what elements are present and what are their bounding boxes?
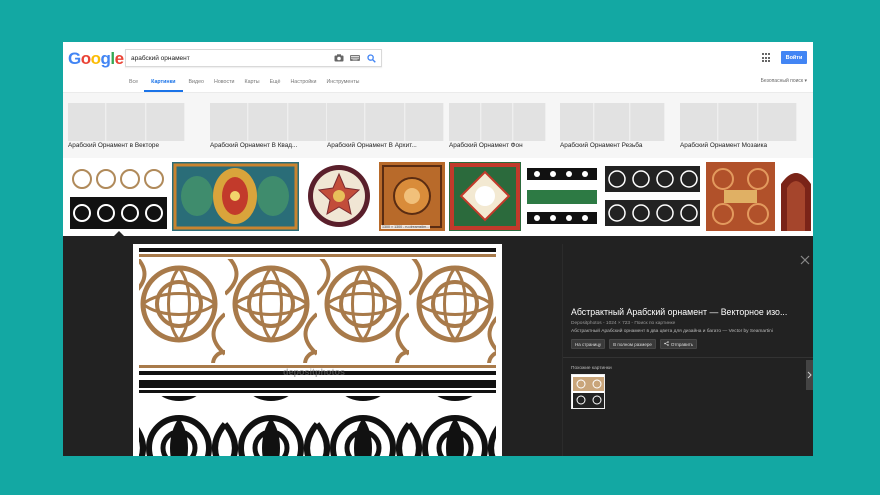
action-buttons: На страницу В полном размере Отправить [571, 339, 698, 349]
image-results-strip: 1300 × 1300 - ru.dreamstim... [63, 159, 813, 235]
tab-more[interactable]: Ещё [266, 75, 285, 92]
tab-news[interactable]: Новости [210, 75, 239, 92]
chip-label: Арабский Орнамент В Квад... [210, 142, 298, 149]
image-thumbnail[interactable] [603, 162, 702, 231]
image-thumbnail[interactable] [706, 162, 775, 231]
chip-image [449, 103, 547, 141]
image-thumbnail[interactable] [303, 162, 375, 231]
camera-icon[interactable] [333, 52, 345, 64]
related-chip[interactable]: Арабский Орнамент В Квад... [210, 103, 327, 151]
full-size-button[interactable]: В полном размере [609, 339, 656, 349]
divider [563, 357, 813, 358]
image-thumbnail[interactable] [525, 162, 599, 231]
apps-grid-icon[interactable] [762, 53, 772, 63]
visit-page-button[interactable]: На страницу [571, 339, 606, 349]
chip-label: Арабский Орнамент Фон [449, 142, 523, 149]
result-description: Абстрактный Арабский орнамент в два цвет… [571, 329, 773, 334]
browser-window: Google арабский орнамент Войти Все Карти… [63, 42, 813, 456]
search-tabs: Все Картинки Видео Новости Карты Ещё Нас… [125, 75, 365, 92]
chip-image [68, 103, 185, 141]
related-chip[interactable]: Арабский Орнамент Фон [449, 103, 547, 151]
search-icon[interactable] [365, 52, 377, 64]
google-logo[interactable]: Google [68, 49, 124, 69]
close-icon[interactable] [800, 252, 810, 265]
result-meta[interactable]: Depositphotos - 1024 × 723 - Поиск по ка… [571, 321, 675, 326]
chip-image [210, 103, 327, 141]
chip-image [560, 103, 665, 141]
related-chip[interactable]: Арабский Орнамент Резьба [560, 103, 665, 151]
chip-label: Арабский Орнамент в Векторе [68, 142, 160, 149]
sign-in-button[interactable]: Войти [781, 51, 807, 64]
button-label: Отправить [670, 341, 694, 347]
similar-images-label: Похожие картинки [571, 366, 612, 371]
thumbnail-size-caption: 1300 × 1300 - ru.dreamstim... [381, 225, 431, 229]
chip-label: Арабский Орнамент Резьба [560, 142, 643, 149]
related-chip[interactable]: Арабский Орнамент В Архит... [327, 103, 444, 151]
similar-image-thumbnail[interactable] [571, 374, 605, 409]
chip-image [680, 103, 797, 141]
chip-label: Арабский Орнамент Мозаика [680, 142, 768, 149]
search-box[interactable]: арабский орнамент [125, 49, 382, 67]
watermark: depositphotos [283, 367, 345, 377]
image-info-panel: Абстрактный Арабский орнамент — Векторно… [562, 244, 813, 456]
tab-video[interactable]: Видео [185, 75, 208, 92]
related-searches-row: Арабский Орнамент в Векторе Арабский Орн… [63, 93, 813, 158]
safe-search-toggle[interactable]: Безопасный поиск ▾ [761, 78, 807, 84]
preview-image[interactable]: depositphotos [133, 244, 502, 456]
next-image-button[interactable] [806, 360, 813, 390]
tab-images[interactable]: Картинки [144, 75, 183, 92]
image-preview-panel: depositphotos Абстрактный Арабский орнам… [63, 236, 813, 456]
tab-all[interactable]: Все [125, 75, 142, 92]
chip-image [327, 103, 444, 141]
image-thumbnail[interactable] [70, 162, 167, 231]
chevron-right-icon [807, 371, 812, 379]
tab-maps[interactable]: Карты [241, 75, 264, 92]
share-icon [664, 341, 669, 347]
tab-tools[interactable]: Инструменты [322, 75, 363, 92]
tab-settings[interactable]: Настройки [286, 75, 320, 92]
related-chip[interactable]: Арабский Орнамент в Векторе [68, 103, 185, 151]
image-thumbnail[interactable]: 1300 × 1300 - ru.dreamstim... [379, 162, 445, 231]
image-thumbnail[interactable] [172, 162, 299, 231]
search-input[interactable]: арабский орнамент [126, 55, 333, 62]
result-title[interactable]: Абстрактный Арабский орнамент — Векторно… [571, 307, 803, 317]
related-chip[interactable]: Арабский Орнамент Мозаика [680, 103, 797, 151]
image-thumbnail[interactable] [449, 162, 521, 231]
button-label: В полном размере [613, 341, 652, 347]
share-button[interactable]: Отправить [659, 339, 698, 349]
chip-label: Арабский Орнамент В Архит... [327, 142, 417, 149]
image-thumbnail[interactable] [779, 162, 813, 231]
button-label: На страницу [575, 341, 602, 347]
keyboard-icon[interactable] [349, 52, 361, 64]
